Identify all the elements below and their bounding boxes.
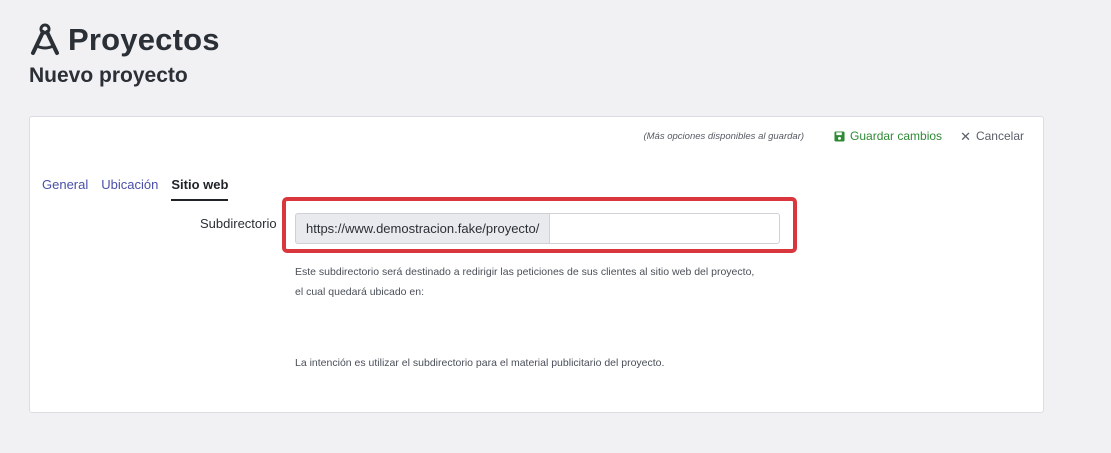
subdirectory-input[interactable] xyxy=(549,213,780,244)
project-card: (Más opciones disponibles al guardar) Gu… xyxy=(29,116,1044,413)
cancel-button[interactable]: ✕ Cancelar xyxy=(960,129,1024,143)
url-prefix: https://www.demostracion.fake/proyecto/ xyxy=(295,213,550,244)
subdirectory-label: Subdirectorio xyxy=(200,216,277,231)
page-heading: Proyectos xyxy=(68,22,220,57)
form-actions: (Más opciones disponibles al guardar) Gu… xyxy=(643,129,1024,143)
cancel-label: Cancelar xyxy=(975,129,1024,143)
help-line-1: Este subdirectorio será destinado a redi… xyxy=(295,266,755,278)
help-text: Este subdirectorio será destinado a redi… xyxy=(295,262,815,302)
subdirectory-input-group: https://www.demostracion.fake/proyecto/ xyxy=(295,213,780,244)
page-subtitle: Nuevo proyecto xyxy=(29,64,188,87)
tab-sitio-web[interactable]: Sitio web xyxy=(171,177,229,201)
tab-general[interactable]: General xyxy=(42,177,88,201)
help-line-2: el cual quedará ubicado en: xyxy=(295,286,425,298)
save-button[interactable]: Guardar cambios xyxy=(834,129,942,143)
save-hint: (Más opciones disponibles al guardar) xyxy=(643,130,805,142)
tab-bar: General Ubicación Sitio web xyxy=(42,177,229,201)
compass-drafting-icon xyxy=(31,23,59,55)
tab-ubicacion[interactable]: Ubicación xyxy=(101,177,158,201)
save-icon xyxy=(834,130,845,142)
save-label: Guardar cambios xyxy=(850,129,943,143)
close-icon: ✕ xyxy=(960,128,971,144)
page-title: Proyectos xyxy=(28,22,220,58)
help-text-purpose: La intención es utilizar el subdirectori… xyxy=(295,357,665,369)
